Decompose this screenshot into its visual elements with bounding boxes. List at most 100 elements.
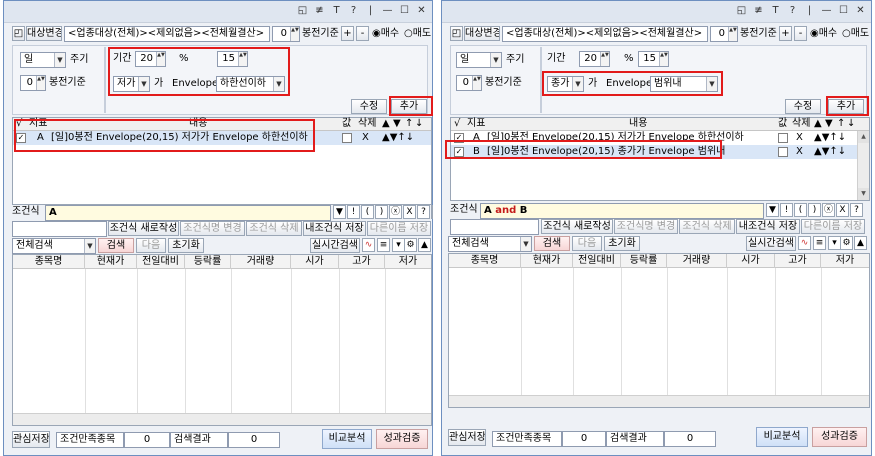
delete-formula-button[interactable]: 조건식 삭제 <box>246 221 302 236</box>
delete-icon[interactable]: X <box>796 145 803 159</box>
compare-button[interactable]: 비교분석 <box>756 427 808 447</box>
not-button[interactable]: ! <box>347 205 360 219</box>
edit-button[interactable]: 수정 <box>785 99 821 114</box>
formula-dropdown[interactable]: ▼ <box>766 203 779 217</box>
formula-name-input[interactable] <box>12 221 107 237</box>
xor-button[interactable]: ⓧ <box>822 203 835 217</box>
minimize-icon[interactable]: — <box>820 4 833 18</box>
formula-input[interactable]: A and B <box>480 203 764 219</box>
paren-open-button[interactable]: ( <box>794 203 807 217</box>
chart-icon[interactable]: ∿ <box>362 238 375 252</box>
gear-icon[interactable]: ⚙ <box>404 238 417 252</box>
value-checkbox[interactable] <box>342 133 352 143</box>
rename-formula-button[interactable]: 조건식명 변경 <box>614 219 678 234</box>
target-summary-field[interactable]: <업종대상(전체)><제외없음><전체월결산> <box>502 26 708 42</box>
xor-button[interactable]: ⓧ <box>389 205 402 219</box>
formula-name-input[interactable] <box>450 219 539 235</box>
clear-button[interactable]: X <box>403 205 416 219</box>
change-target-button[interactable]: 대상변경 <box>464 26 500 41</box>
search-button[interactable]: 검색 <box>534 236 570 251</box>
move-arrows[interactable]: ▲▼↑↓ <box>382 131 414 145</box>
save-interest-button[interactable]: 관심저장 <box>12 431 50 448</box>
new-formula-button[interactable]: 조건식 새로작성 <box>108 221 179 236</box>
remove-condition-button[interactable]: - <box>356 26 369 41</box>
help-button[interactable]: ? <box>417 205 430 219</box>
buy-radio[interactable]: ◉매수 <box>810 27 837 41</box>
target-summary-field[interactable]: <업종대상(전체)><제외없음><전체월결산> <box>64 26 270 42</box>
move-arrows[interactable]: ▲▼↑↓ <box>814 145 846 159</box>
clear-button[interactable]: X <box>836 203 849 217</box>
period-type-select[interactable]: 일 ▼ <box>20 52 66 68</box>
window-icon[interactable]: ◰ <box>12 26 25 41</box>
edit-button[interactable]: 수정 <box>351 99 387 114</box>
maximize-icon[interactable]: ☐ <box>837 4 850 18</box>
remove-condition-button[interactable]: - <box>794 26 807 41</box>
value-checkbox[interactable] <box>778 147 788 157</box>
change-target-button[interactable]: 대상변경 <box>26 26 62 41</box>
search-scope-select[interactable]: 전체검색 ▼ <box>12 238 96 254</box>
percent-input[interactable]: 15 ▲▼ <box>638 51 669 67</box>
font-icon[interactable]: T <box>769 4 782 18</box>
close-icon[interactable]: ✕ <box>854 4 867 18</box>
excel-icon[interactable] <box>431 205 433 219</box>
menu-icon[interactable]: ≡ <box>813 236 826 250</box>
sell-radio[interactable]: ○매도 <box>842 27 869 41</box>
value-checkbox[interactable] <box>778 133 788 143</box>
buy-radio[interactable]: ◉매수 <box>372 27 399 41</box>
font-icon[interactable]: T <box>330 4 343 18</box>
period-type-select[interactable]: 일 ▼ <box>456 52 502 68</box>
window-icon[interactable]: ◰ <box>450 26 463 41</box>
pin-icon[interactable]: ≢ <box>752 4 765 18</box>
save-formula-button[interactable]: 내조건식 저장 <box>303 221 366 236</box>
move-arrows[interactable]: ▲▼↑↓ <box>814 131 846 145</box>
reset-button[interactable]: 초기화 <box>604 236 640 251</box>
save-formula-button[interactable]: 내조건식 저장 <box>736 219 800 234</box>
horizontal-scrollbar[interactable] <box>449 395 869 407</box>
add-condition-button[interactable]: + <box>779 26 792 41</box>
add-condition-button[interactable]: + <box>341 26 354 41</box>
help-icon[interactable]: ? <box>347 4 360 18</box>
gear-icon[interactable]: ⚙ <box>840 236 853 250</box>
restore-icon[interactable]: ◱ <box>296 4 309 18</box>
restore-icon[interactable]: ◱ <box>735 4 748 18</box>
bong-input[interactable]: 0 ▲▼ <box>456 75 482 91</box>
not-button[interactable]: ! <box>780 203 793 217</box>
delete-formula-button[interactable]: 조건식 삭제 <box>679 219 735 234</box>
save-as-button[interactable]: 다른이름 저장 <box>367 221 431 236</box>
performance-button[interactable]: 성과검증 <box>812 427 867 447</box>
bong-input[interactable]: 0 ▲▼ <box>20 75 46 91</box>
next-button[interactable]: 다음 <box>136 238 166 253</box>
rename-formula-button[interactable]: 조건식명 변경 <box>180 221 245 236</box>
search-button[interactable]: 검색 <box>98 238 134 253</box>
realtime-search-button[interactable]: 실시간검색 <box>310 238 360 253</box>
collapse-icon[interactable]: ▲ <box>854 236 867 250</box>
horizontal-scrollbar[interactable] <box>13 413 431 425</box>
pin-icon[interactable]: ≢ <box>313 4 326 18</box>
save-as-button[interactable]: 다른이름 저장 <box>801 219 865 234</box>
realtime-search-button[interactable]: 실시간검색 <box>746 236 796 251</box>
vertical-scrollbar[interactable]: ▲ ▼ <box>857 131 869 200</box>
collapse-icon[interactable]: ▲ <box>418 238 431 252</box>
reset-button[interactable]: 초기화 <box>168 238 204 253</box>
help-button[interactable]: ? <box>850 203 863 217</box>
next-button[interactable]: 다음 <box>572 236 602 251</box>
compare-button[interactable]: 비교분석 <box>322 429 372 449</box>
help-icon[interactable]: ? <box>786 4 799 18</box>
chart-icon[interactable]: ∿ <box>798 236 811 250</box>
bong-offset-input[interactable]: 0 ▲▼ <box>710 26 738 42</box>
paren-close-button[interactable]: ) <box>808 203 821 217</box>
performance-button[interactable]: 성과검증 <box>376 429 428 449</box>
sell-radio[interactable]: ○매도 <box>404 27 431 41</box>
close-icon[interactable]: ✕ <box>415 4 428 18</box>
menu-icon[interactable]: ≡ <box>377 238 390 252</box>
search-scope-select[interactable]: 전체검색 ▼ <box>448 236 532 252</box>
paren-close-button[interactable]: ) <box>375 205 388 219</box>
delete-icon[interactable]: X <box>362 131 369 145</box>
maximize-icon[interactable]: ☐ <box>398 4 411 18</box>
new-formula-button[interactable]: 조건식 새로작성 <box>541 219 613 234</box>
bong-offset-input[interactable]: 0 ▲▼ <box>272 26 300 42</box>
delete-icon[interactable]: X <box>796 131 803 145</box>
save-interest-button[interactable]: 관심저장 <box>448 429 486 446</box>
formula-dropdown[interactable]: ▼ <box>333 205 346 219</box>
minimize-icon[interactable]: — <box>381 4 394 18</box>
